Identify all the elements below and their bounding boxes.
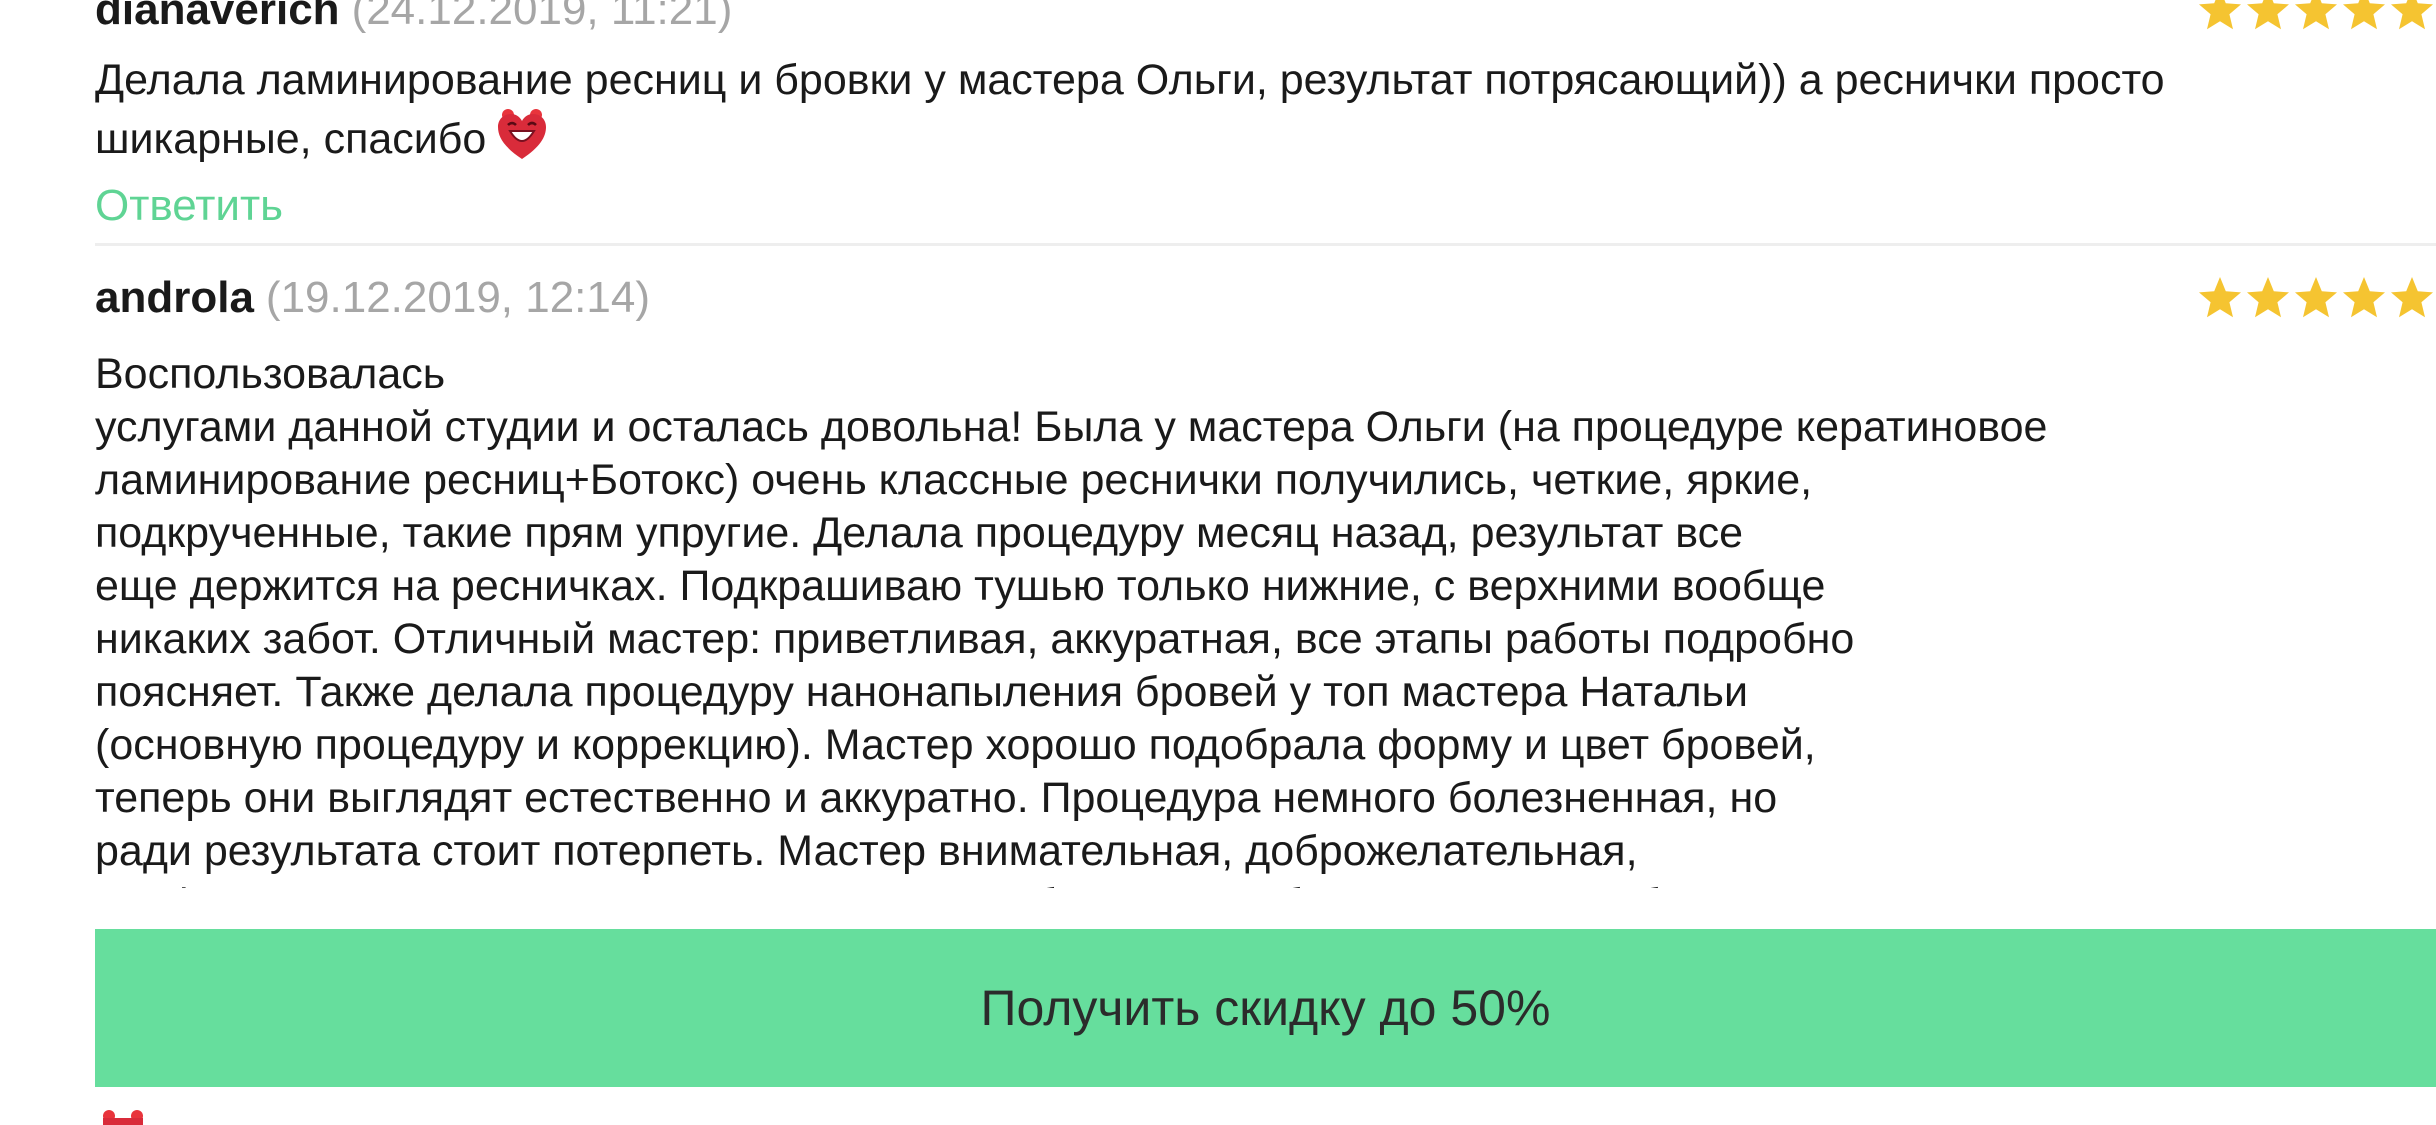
review-item: androla (19.12.2019, 12:14) Воспользовала… [95,262,2436,888]
review-header: androla (19.12.2019, 12:14) [95,262,2436,334]
heart-emoji-icon [103,1110,143,1125]
star-icon [2391,0,2433,30]
star-icon [2247,0,2289,30]
star-icon [2295,277,2337,318]
star-icon [2391,277,2433,318]
review-author: dianaverich [95,0,340,34]
review-divider [95,243,2436,246]
star-icon [2343,277,2385,318]
review-text: Делала ламинирование ресниц и бровки у м… [95,54,2436,166]
rating-stars [2196,0,2436,34]
review-date: (19.12.2019, 12:14) [265,273,650,322]
review-item: dianaverich (24.12.2019, 11:21) Делала ла… [95,0,2436,236]
star-icon [2199,0,2241,30]
star-icon [2343,0,2385,30]
star-icon [2247,277,2289,318]
review-date: (24.12.2019, 11:21) [351,0,733,34]
get-discount-button[interactable]: Получить скидку до 50% [95,929,2436,1087]
star-icon [2295,0,2337,30]
review-text-content: Делала ламинирование ресниц и бровки у м… [95,56,2165,163]
star-icon [2199,277,2241,318]
review-text: Воспользовалась услугами данной студии и… [95,350,2048,888]
review-header: dianaverich (24.12.2019, 11:21) [95,0,2436,46]
review-author: androla [95,273,254,322]
rating-stars [2196,274,2436,322]
reply-link[interactable]: Ответить [95,176,283,236]
smiling-heart-emoji-icon [498,109,547,159]
